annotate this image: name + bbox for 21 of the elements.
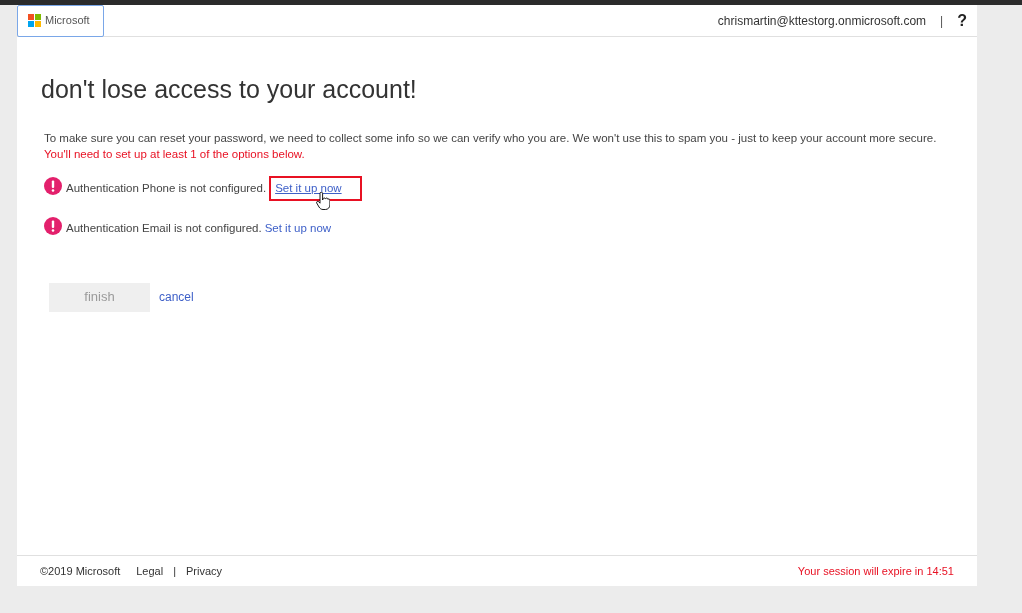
page-title: don't lose access to your account! (41, 77, 418, 102)
status-text: Authentication Email is not configured. (66, 221, 262, 237)
separator: | (940, 12, 944, 30)
user-email: chrismartin@kttestorg.onmicrosoft.com (717, 12, 927, 30)
logo-text: Microsoft (45, 13, 90, 29)
windows-logo-icon (28, 14, 41, 27)
copyright-text: ©2019 Microsoft (40, 563, 121, 579)
setup-link[interactable]: Set it up now (264, 220, 332, 238)
hand-cursor-icon (316, 192, 330, 210)
setup-link[interactable]: Set it up now (269, 176, 362, 202)
microsoft-logo[interactable]: Microsoft (17, 4, 104, 37)
alert-icon (44, 216, 62, 235)
cancel-link[interactable]: cancel (159, 288, 194, 306)
status-text: Authentication Phone is not configured. (66, 181, 267, 196)
legal-link[interactable]: Legal (136, 562, 164, 580)
privacy-link[interactable]: Privacy (186, 562, 223, 580)
session-timer: Your session will expire in 14:51 (797, 563, 954, 579)
help-link[interactable]: ? (957, 8, 967, 33)
separator: | (173, 563, 177, 579)
alert-icon (44, 176, 62, 195)
intro-text: To make sure you can reset your password, we need to collect some info so we can verify who you are. We won't use this to spam you - just to keep your account more secure. You'll need to set up at least 1 of the options below. (44, 131, 938, 162)
